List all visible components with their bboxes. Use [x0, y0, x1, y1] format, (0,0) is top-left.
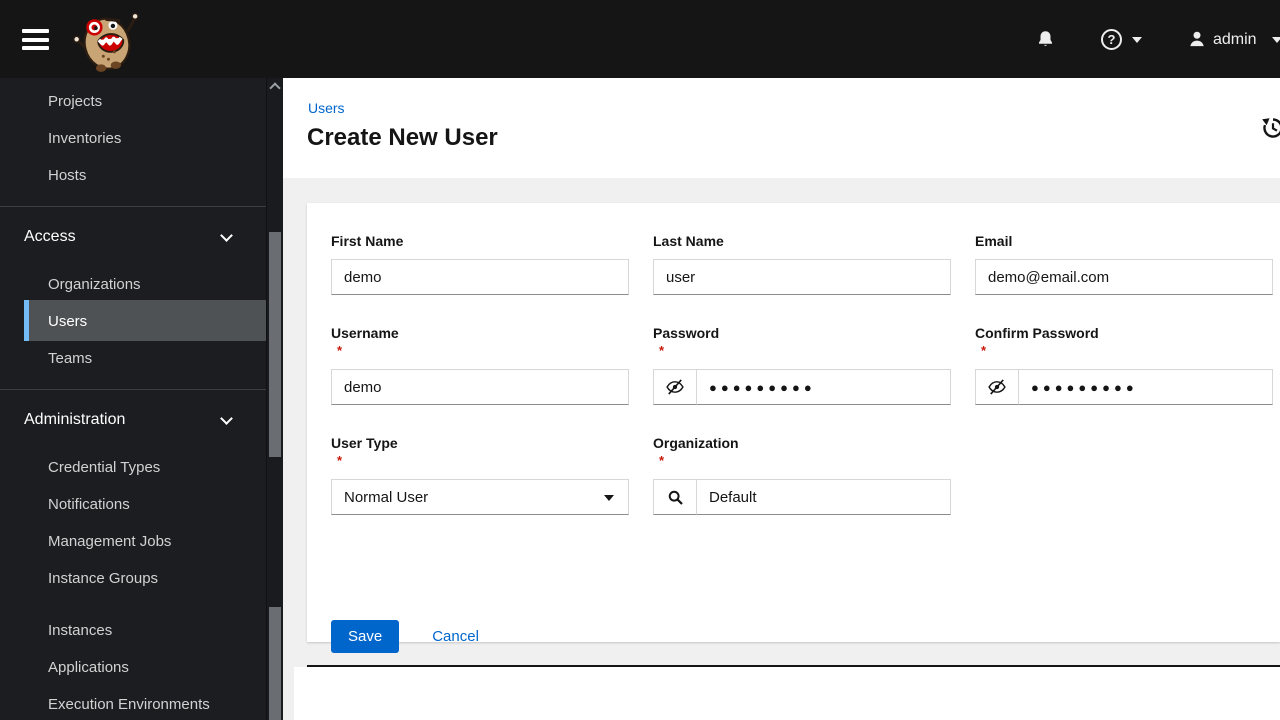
username-label: Username — [331, 325, 399, 341]
field-first-name: First Name — [331, 233, 629, 295]
field-confirm-password: Confirm Password * ●●●●●●●●● — [975, 325, 1273, 405]
sidebar-scrollbar[interactable] — [266, 78, 283, 720]
sidebar-item-instance-groups[interactable]: Instance Groups — [48, 570, 158, 587]
sidebar-item-applications[interactable]: Applications — [48, 659, 129, 676]
page-header: Users Create New User — [283, 78, 1280, 178]
notifications-bell-icon[interactable] — [1035, 29, 1056, 55]
form-actions: Save Cancel — [331, 620, 1280, 653]
user-type-selected-value: Normal User — [344, 488, 429, 506]
sidebar-item-credential-types[interactable]: Credential Types — [48, 459, 160, 476]
user-caret-down-icon[interactable] — [1272, 37, 1280, 43]
sidebar-group-administration[interactable]: Administration — [24, 411, 125, 429]
eye-slash-icon — [988, 379, 1006, 395]
field-user-type: User Type * Normal User — [331, 435, 629, 515]
confirm-password-masked-value: ●●●●●●●●● — [1031, 379, 1138, 395]
help-icon[interactable]: ? — [1101, 29, 1122, 50]
field-organization: Organization * Default — [653, 435, 951, 515]
scrollbar-thumb[interactable] — [269, 607, 281, 720]
field-username: Username * — [331, 325, 629, 405]
administration-chevron-down-icon[interactable] — [220, 412, 233, 425]
masthead: ? admin — [0, 0, 1280, 78]
required-asterisk: * — [981, 343, 987, 358]
sidebar-item-projects[interactable]: Projects — [48, 93, 102, 110]
username-input[interactable] — [331, 369, 629, 405]
confirm-password-eye-slash-button[interactable] — [975, 369, 1019, 405]
search-icon — [668, 490, 683, 505]
breadcrumb-users-link[interactable]: Users — [308, 100, 345, 116]
select-caret-down-icon — [604, 495, 614, 501]
password-masked-value: ●●●●●●●●● — [709, 379, 816, 395]
sidebar-group-access[interactable]: Access — [24, 228, 76, 246]
sidebar-item-organizations[interactable]: Organizations — [48, 276, 141, 293]
current-user-menu[interactable]: admin — [1213, 31, 1257, 49]
sidebar-item-inventories[interactable]: Inventories — [48, 130, 121, 147]
email-label: Email — [975, 233, 1013, 249]
sidebar-item-management-jobs[interactable]: Management Jobs — [48, 533, 171, 550]
first-name-label: First Name — [331, 233, 404, 249]
sidebar-nav: Projects Inventories Hosts Access Organi… — [0, 78, 266, 720]
confirm-password-label: Confirm Password — [975, 325, 1099, 341]
page-title: Create New User — [307, 124, 498, 151]
organization-value: Default — [709, 488, 757, 506]
form-grid: First Name Last Name Email — [307, 203, 1280, 515]
field-email: Email — [975, 233, 1273, 295]
sidebar-item-teams[interactable]: Teams — [48, 350, 92, 367]
required-asterisk: * — [659, 453, 665, 468]
user-type-select[interactable]: Normal User — [331, 479, 629, 515]
password-label: Password — [653, 325, 720, 341]
sidebar-divider — [0, 389, 266, 390]
organization-lookup-button[interactable] — [653, 479, 697, 515]
organization-input[interactable]: Default — [697, 479, 951, 515]
sidebar-divider — [0, 206, 266, 207]
empty-grid-cell — [975, 435, 1273, 515]
bottom-panel — [294, 667, 1280, 720]
main-content: Users Create New User First Name demo La… — [283, 78, 1280, 720]
sidebar-item-notifications[interactable]: Notifications — [48, 496, 130, 513]
field-password: Password * ●●●●●●●●● — [653, 325, 951, 405]
last-name-input[interactable] — [653, 259, 951, 295]
sidebar-item-hosts[interactable]: Hosts — [48, 167, 86, 184]
sidebar-item-users[interactable]: Users — [48, 313, 87, 330]
required-asterisk: * — [337, 343, 343, 358]
hamburger-menu-icon[interactable] — [22, 29, 49, 50]
email-input[interactable] — [975, 259, 1273, 295]
sidebar-item-execution-environments[interactable]: Execution Environments — [48, 696, 210, 713]
user-type-label: User Type — [331, 435, 398, 451]
help-caret-down-icon[interactable] — [1132, 37, 1142, 43]
help-glyph: ? — [1107, 32, 1116, 47]
save-button[interactable]: Save — [331, 620, 400, 653]
eye-slash-icon — [666, 379, 684, 395]
field-last-name: Last Name — [653, 233, 951, 295]
user-avatar-icon[interactable] — [1187, 29, 1207, 54]
password-input[interactable]: ●●●●●●●●● — [697, 369, 951, 405]
scrollbar-thumb[interactable] — [269, 232, 281, 457]
awx-mascot-icon — [72, 12, 139, 72]
password-eye-slash-button[interactable] — [653, 369, 697, 405]
scrollbar-chevron-up-icon[interactable] — [269, 82, 281, 94]
awx-app-window: ? admin Projects Inventories Hosts Acces… — [0, 0, 1280, 720]
last-name-label: Last Name — [653, 233, 724, 249]
create-user-form-card: First Name Last Name Email — [307, 203, 1280, 653]
sidebar-item-instances[interactable]: Instances — [48, 622, 112, 639]
awx-logo[interactable] — [70, 3, 144, 77]
access-chevron-down-icon[interactable] — [220, 229, 233, 242]
required-asterisk: * — [337, 453, 343, 468]
organization-label: Organization — [653, 435, 739, 451]
required-asterisk: * — [659, 343, 665, 358]
first-name-input[interactable] — [331, 259, 629, 295]
cancel-button[interactable]: Cancel — [432, 628, 479, 645]
confirm-password-input[interactable]: ●●●●●●●●● — [1019, 369, 1273, 405]
history-icon[interactable] — [1260, 115, 1280, 141]
